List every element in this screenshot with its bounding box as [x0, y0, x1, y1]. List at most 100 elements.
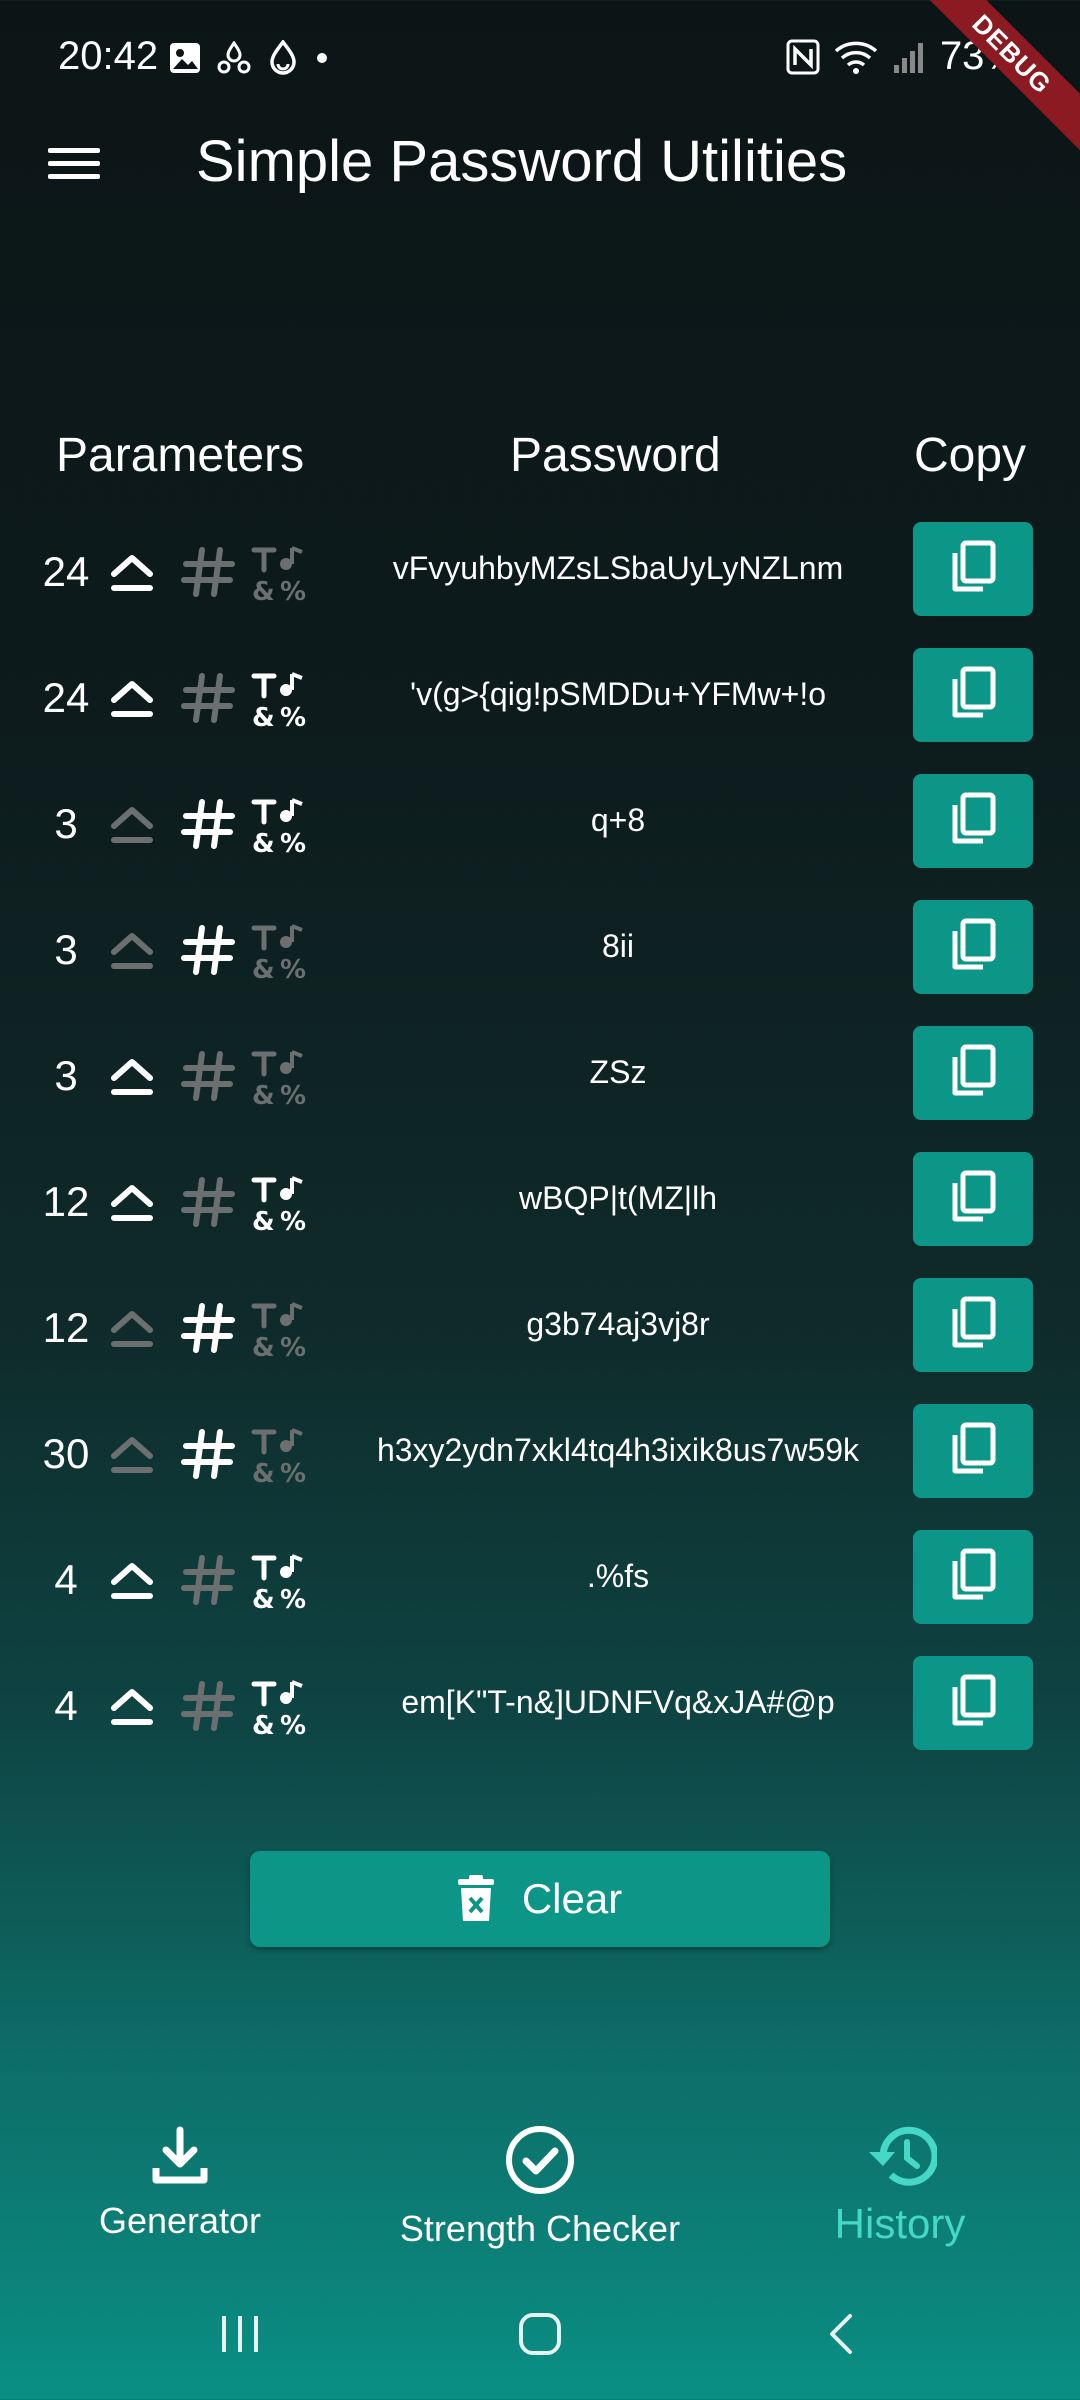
- length-value: 4: [54, 1556, 78, 1603]
- special-characters-icon: &%: [250, 1552, 306, 1615]
- image-icon: [170, 43, 200, 73]
- nav-item-history[interactable]: History: [780, 2110, 1020, 2248]
- svg-text:%: %: [280, 1333, 306, 1360]
- clear-button-label: Clear: [521, 1875, 623, 1922]
- copy-button[interactable]: [913, 648, 1033, 742]
- special-characters-icon: &%: [250, 1300, 306, 1363]
- password-text: q+8: [590, 802, 646, 838]
- copy-button[interactable]: [913, 1026, 1033, 1120]
- bottom-navigation: Generator Strength Checker History: [0, 2110, 1080, 2270]
- signal-icon: [893, 42, 923, 73]
- copy-button[interactable]: [913, 1656, 1033, 1750]
- table-row: 12 &% wBQP|t(MZ|lh: [0, 1150, 1080, 1276]
- copy-icon: [947, 539, 999, 600]
- svg-text:&: &: [252, 1081, 275, 1108]
- hash-icon: [180, 1300, 236, 1356]
- svg-text:%: %: [280, 1207, 306, 1234]
- copy-button[interactable]: [913, 522, 1033, 616]
- drop-icon: [270, 40, 296, 75]
- password-text: 'v(g>{qig!pSMDDu+YFMw+!o: [409, 676, 827, 712]
- uppercase-icon: [104, 1426, 160, 1482]
- notification-icons: [168, 40, 330, 76]
- svg-text:&: &: [252, 1207, 275, 1234]
- dot-icon: [317, 53, 327, 63]
- hash-icon: [180, 1552, 236, 1608]
- svg-text:&: &: [252, 577, 275, 604]
- uppercase-icon: [104, 796, 160, 852]
- drops-icon: [217, 41, 251, 74]
- table-row: 4 &% .%fs: [0, 1528, 1080, 1654]
- hash-icon: [180, 796, 236, 852]
- copy-button[interactable]: [913, 1530, 1033, 1624]
- uppercase-icon: [104, 544, 160, 600]
- header-parameters: Parameters: [56, 429, 305, 482]
- recent-apps-icon[interactable]: [220, 2312, 260, 2356]
- special-characters-icon: &%: [250, 1174, 306, 1237]
- nav-label-history: History: [834, 2200, 966, 2247]
- copy-icon: [947, 1043, 999, 1104]
- copy-button[interactable]: [913, 900, 1033, 994]
- hash-icon: [180, 1678, 236, 1734]
- svg-text:&: &: [252, 955, 275, 982]
- length-value: 12: [42, 1304, 90, 1351]
- uppercase-icon: [104, 1300, 160, 1356]
- table-header: Parameters Password Copy: [0, 428, 1080, 488]
- status-bar: 20:42 73% DEBUG: [0, 0, 1080, 161]
- length-value: 3: [54, 1052, 78, 1099]
- uppercase-icon: [104, 1174, 160, 1230]
- history-icon: [869, 2126, 937, 2186]
- header-copy: Copy: [914, 429, 1027, 482]
- hash-icon: [180, 1048, 236, 1104]
- special-characters-icon: &%: [250, 922, 306, 985]
- home-icon[interactable]: [518, 2312, 562, 2356]
- special-characters-icon: &%: [250, 544, 306, 607]
- hamburger-menu-icon[interactable]: [44, 140, 104, 188]
- table-row: 24 &% 'v(g>{qig!pSMDDu+YFMw+!o: [0, 646, 1080, 772]
- svg-text:&: &: [252, 703, 275, 730]
- svg-text:&: &: [252, 1459, 275, 1486]
- password-text: .%fs: [586, 1558, 650, 1594]
- password-text: em[K"T-n&]UDNFVq&xJA#@p: [401, 1684, 835, 1720]
- length-value: 12: [42, 1178, 90, 1225]
- svg-text:&: &: [252, 1585, 275, 1612]
- check-circle-icon: [506, 2126, 574, 2194]
- length-value: 3: [54, 800, 78, 847]
- copy-icon: [947, 791, 999, 852]
- svg-text:&: &: [252, 1711, 275, 1738]
- copy-button[interactable]: [913, 1152, 1033, 1246]
- svg-text:%: %: [280, 955, 306, 982]
- special-characters-icon: &%: [250, 670, 306, 733]
- password-text: ZSz: [589, 1054, 647, 1090]
- copy-button[interactable]: [913, 774, 1033, 868]
- back-icon[interactable]: [826, 2312, 856, 2356]
- svg-text:%: %: [280, 1711, 306, 1738]
- special-characters-icon: &%: [250, 796, 306, 859]
- svg-text:%: %: [280, 829, 306, 856]
- copy-button[interactable]: [913, 1404, 1033, 1498]
- nav-item-generator[interactable]: Generator: [60, 2110, 300, 2242]
- hash-icon: [180, 670, 236, 726]
- length-value: 30: [42, 1430, 90, 1477]
- copy-icon: [947, 1295, 999, 1356]
- length-value: 3: [54, 926, 78, 973]
- uppercase-icon: [104, 1552, 160, 1608]
- trash-icon: [457, 1875, 494, 1921]
- copy-icon: [947, 1421, 999, 1482]
- svg-text:%: %: [280, 1585, 306, 1612]
- length-value: 24: [42, 548, 90, 595]
- nav-label-strength-checker: Strength Checker: [399, 2208, 681, 2249]
- svg-text:%: %: [280, 1081, 306, 1108]
- copy-icon: [947, 1169, 999, 1230]
- nav-item-strength-checker[interactable]: Strength Checker: [360, 2110, 720, 2250]
- nav-label-generator: Generator: [98, 2200, 262, 2241]
- system-navigation-bar: [0, 2290, 1080, 2390]
- copy-icon: [947, 1673, 999, 1734]
- download-icon: [152, 2126, 208, 2184]
- clear-button[interactable]: Clear: [250, 1851, 830, 1947]
- nfc-icon: [786, 39, 820, 74]
- uppercase-icon: [104, 1048, 160, 1104]
- wifi-icon: [834, 41, 878, 74]
- copy-button[interactable]: [913, 1278, 1033, 1372]
- table-row: 3 &% ZSz: [0, 1024, 1080, 1150]
- uppercase-icon: [104, 1678, 160, 1734]
